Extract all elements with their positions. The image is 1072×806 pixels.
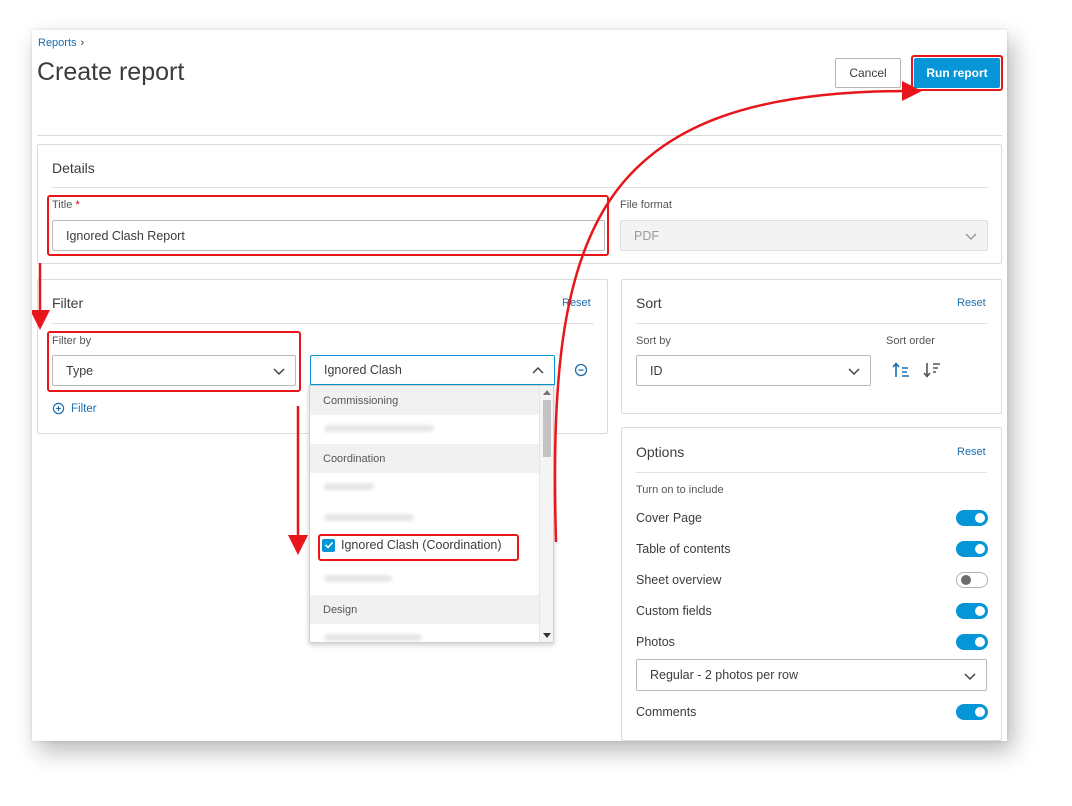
callout-filter-by [47,331,301,392]
option-row-cover-page: Cover Page [636,508,988,528]
options-reset-link[interactable]: Reset [957,446,986,458]
option-row-sheet-overview: Sheet overview [636,570,988,590]
header-divider [37,135,1002,136]
chevron-down-icon [965,233,977,241]
file-format-value: PDF [634,228,659,243]
comments-toggle[interactable] [956,704,988,720]
blurred-list-item[interactable] [324,483,374,490]
chevron-up-icon [532,366,544,374]
type-value: Ignored Clash [324,363,402,377]
sort-by-label: Sort by [636,335,671,347]
callout-title-field [47,195,609,256]
details-heading: Details [52,160,95,176]
option-row-photos: Photos [636,632,988,652]
chevron-down-icon [964,673,976,681]
sort-by-select[interactable]: ID [636,355,871,386]
blurred-list-item[interactable] [324,425,434,432]
photo-layout-value: Regular - 2 photos per row [650,668,798,682]
file-format-label: File format [620,199,672,211]
blurred-list-item[interactable] [324,634,422,641]
details-divider [52,187,988,188]
dropdown-group-commissioning: Commissioning [310,386,540,415]
type-dropdown-list[interactable]: Commissioning Coordination Ignored Clash… [309,385,554,643]
tutorial-screenshot: Reports › Create report Cancel Run repor… [0,0,1072,806]
sort-order-label: Sort order [886,335,935,347]
chevron-right-icon: › [80,37,85,49]
options-divider [636,472,987,473]
scroll-up-icon[interactable] [543,389,551,395]
option-toggle[interactable] [956,510,988,526]
option-row-comments: Comments [636,702,988,722]
scroll-down-icon[interactable] [543,633,551,639]
option-toggle[interactable] [956,603,988,619]
file-format-select[interactable]: PDF [620,220,988,251]
add-filter-button[interactable]: Filter [52,402,97,415]
sort-by-value: ID [650,363,663,378]
blurred-list-item[interactable] [324,514,414,521]
option-label: Table of contents [636,542,731,556]
filter-reset-link[interactable]: Reset [562,297,591,309]
photo-layout-select[interactable]: Regular - 2 photos per row [636,659,987,691]
dropdown-group-design: Design [310,595,540,624]
dropdown-group-coordination: Coordination [310,444,540,473]
options-heading: Options [636,444,685,460]
sort-descending-icon[interactable] [923,361,941,379]
dropdown-scrollbar[interactable] [539,386,553,642]
sort-reset-link[interactable]: Reset [957,297,986,309]
filter-heading: Filter [52,295,84,311]
option-label: Cover Page [636,511,703,525]
option-row-custom-fields: Custom fields [636,601,988,621]
options-hint: Turn on to include [636,484,724,496]
filter-divider [52,323,594,324]
blurred-list-item[interactable] [324,575,392,582]
breadcrumb-reports-link[interactable]: Reports [38,37,77,49]
option-label: Photos [636,635,675,649]
callout-checked-item [318,534,519,561]
chevron-down-icon [848,368,860,376]
option-label: Comments [636,705,697,719]
breadcrumb: Reports › [38,37,84,49]
scrollbar-thumb[interactable] [543,400,551,457]
type-select[interactable]: Ignored Clash [310,355,555,386]
sort-heading: Sort [636,295,662,311]
option-row-table-of-contents: Table of contents [636,539,988,559]
page-title: Create report [37,58,185,86]
cancel-button[interactable]: Cancel [835,58,901,88]
create-report-page: Reports › Create report Cancel Run repor… [32,30,1007,741]
option-label: Sheet overview [636,573,722,587]
option-toggle[interactable] [956,572,988,588]
sort-ascending-icon[interactable] [892,361,910,379]
remove-filter-icon[interactable] [574,363,588,377]
add-filter-label: Filter [71,402,97,415]
callout-run-report [911,55,1003,91]
option-label: Custom fields [636,604,712,618]
add-circle-icon [52,402,65,415]
option-toggle[interactable] [956,541,988,557]
sort-divider [636,323,987,324]
sort-card: Sort Reset Sort by ID Sort order [621,279,1002,414]
option-toggle[interactable] [956,634,988,650]
